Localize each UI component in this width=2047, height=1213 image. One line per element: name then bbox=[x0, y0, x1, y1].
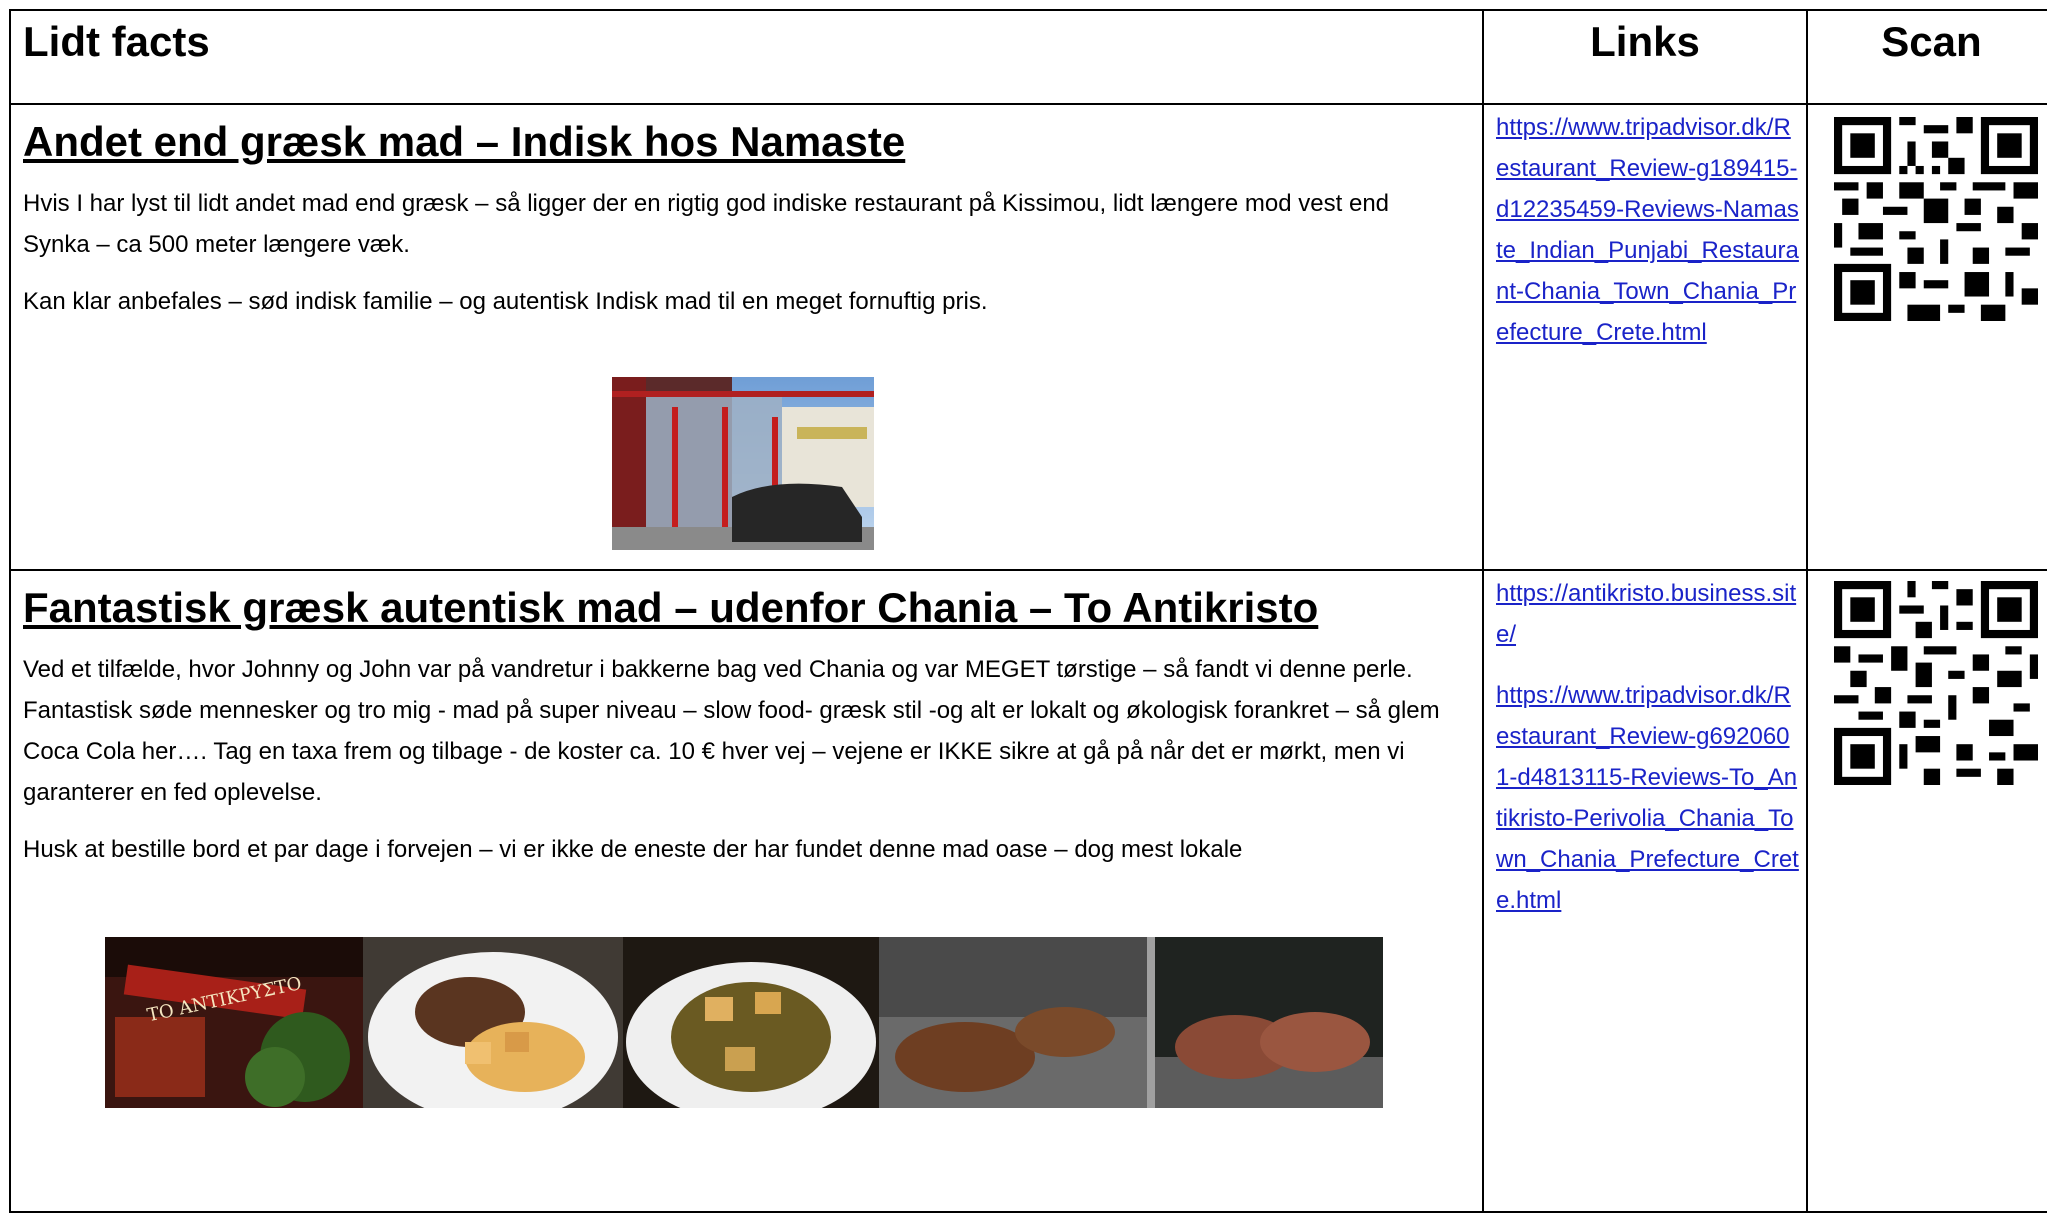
header-links: Links bbox=[1590, 18, 1700, 65]
antikristo-photo-strip: TO ANTIKPYΣTO bbox=[105, 937, 1383, 1108]
qr-code-icon bbox=[1834, 117, 2038, 321]
section-2-paragraph: Ved et tilfælde, hvor Johnny og John var… bbox=[23, 656, 1440, 807]
section-2-content: Fantastisk græsk autentisk mad – udenfor… bbox=[9, 569, 1484, 1213]
qr-code-icon bbox=[1834, 581, 2038, 785]
section-2-scan bbox=[1806, 569, 2047, 1213]
header-cell-scan: Scan bbox=[1806, 9, 2047, 105]
section-2-title: Fantastisk græsk autentisk mad – udenfor… bbox=[23, 584, 1319, 631]
section-1-links: https://www.tripadvisor.dk/Restaurant_Re… bbox=[1482, 103, 1808, 571]
header-facts: Lidt facts bbox=[23, 18, 210, 65]
section-1-paragraph: Kan klar anbefales – sød indisk familie … bbox=[23, 288, 988, 316]
header-cell-links: Links bbox=[1482, 9, 1808, 105]
section-2-paragraph: Husk at bestille bord et par dage i forv… bbox=[23, 836, 1243, 864]
section-1-title: Andet end græsk mad – Indisk hos Namaste bbox=[23, 118, 906, 165]
header-scan: Scan bbox=[1881, 18, 1982, 65]
namaste-restaurant-photo bbox=[612, 377, 874, 550]
section-1-paragraph: Hvis I har lyst til lidt andet mad end g… bbox=[23, 190, 1390, 259]
section-2-links: https://antikristo.business.site/ https:… bbox=[1482, 569, 1808, 1213]
section-1-scan bbox=[1806, 103, 2047, 571]
section-2-link-website[interactable]: https://antikristo.business.site/ bbox=[1496, 573, 1800, 655]
section-2-link-tripadvisor[interactable]: https://www.tripadvisor.dk/Restaurant_Re… bbox=[1496, 675, 1800, 921]
section-1-link-tripadvisor[interactable]: https://www.tripadvisor.dk/Restaurant_Re… bbox=[1496, 107, 1800, 353]
header-cell-facts: Lidt facts bbox=[9, 9, 1484, 105]
